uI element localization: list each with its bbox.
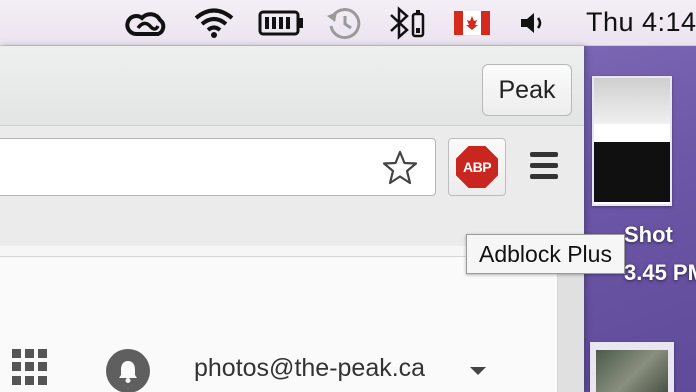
adblock-plus-icon: ABP [456,146,498,188]
volume-icon[interactable] [516,6,550,40]
page-content: photos@the-peak.ca [0,256,558,392]
wifi-icon[interactable] [190,6,238,40]
adblock-plus-badge: ABP [462,159,492,175]
desktop-file-label[interactable]: Shot [624,222,673,248]
menu-bar-clock[interactable]: Thu 4:14 [586,7,696,38]
battery-icon[interactable] [256,6,306,40]
desktop-file-time-label[interactable]: 3.45 PM [624,260,696,286]
menu-bar: Thu 4:14 [0,0,696,46]
canada-flag-icon[interactable] [452,6,492,40]
account-email[interactable]: photos@the-peak.ca [194,354,425,383]
bookmark-star-icon[interactable] [379,147,421,189]
hamburger-menu-icon[interactable] [530,152,560,182]
browser-window: Peak ABP photos@the-peak.ca [0,46,584,392]
creative-cloud-icon[interactable] [122,6,170,40]
apps-grid-icon[interactable] [12,349,48,385]
account-dropdown-caret-icon[interactable] [470,367,486,375]
browser-titlebar: Peak [0,46,584,126]
extension-tooltip: Adblock Plus [466,234,625,274]
adblock-plus-button[interactable]: ABP [448,138,506,196]
browser-toolbar: ABP [0,126,584,246]
address-bar[interactable] [0,138,436,196]
image-file-thumbnail[interactable] [590,342,674,392]
scrollbar-track[interactable] [558,256,584,392]
profile-button[interactable]: Peak [482,64,572,116]
time-machine-icon[interactable] [322,6,366,40]
screenshot-file-thumbnail[interactable] [592,76,672,206]
desktop: Shot 3.45 PM [578,46,696,392]
bluetooth-icon[interactable] [384,6,430,40]
notifications-bell-icon[interactable] [106,349,150,392]
